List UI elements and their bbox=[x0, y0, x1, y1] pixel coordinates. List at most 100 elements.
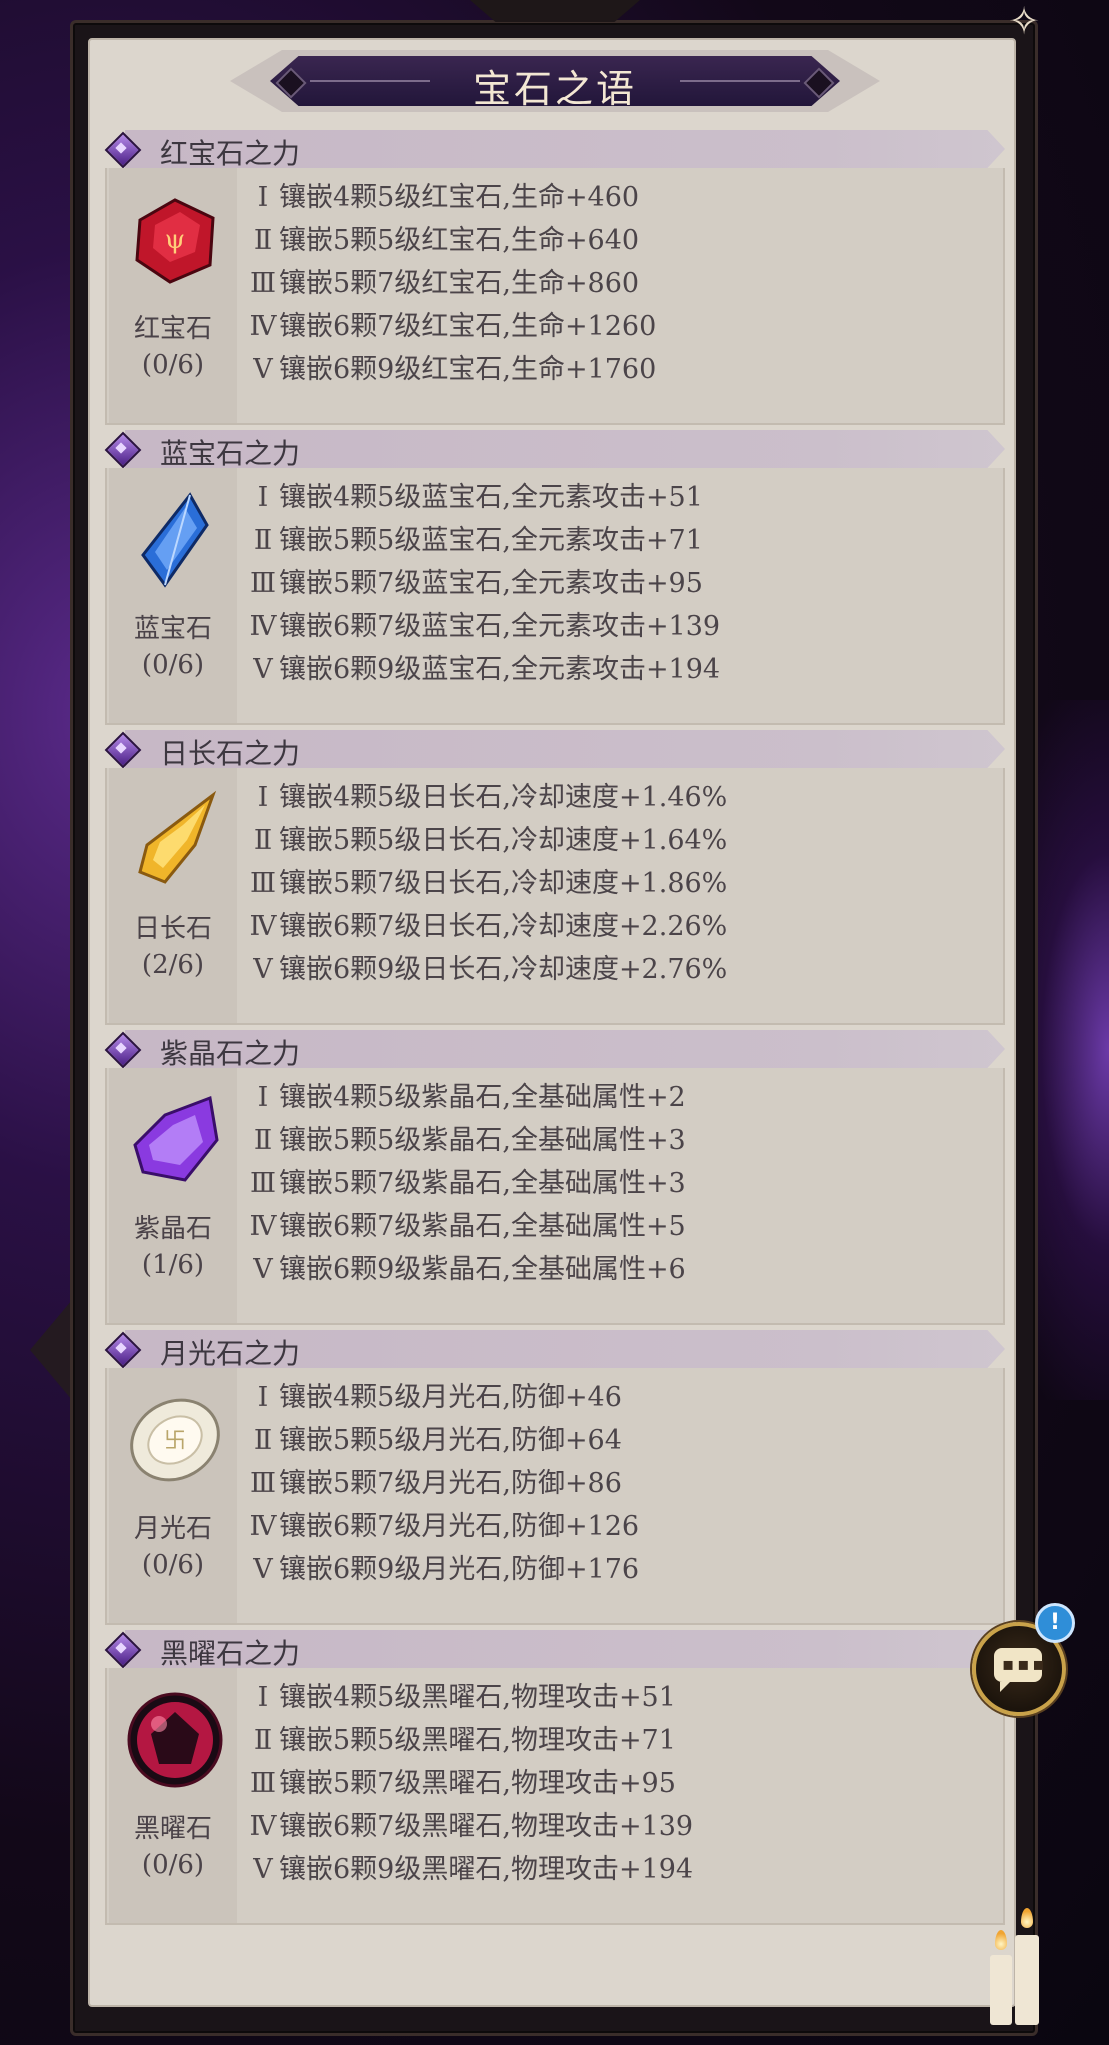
tier-numeral: Ⅲ bbox=[249, 568, 277, 599]
tier-numeral: Ⅲ bbox=[249, 268, 277, 299]
tier-numeral: Ⅴ bbox=[253, 1254, 273, 1285]
purple-diamond-icon bbox=[105, 1032, 139, 1066]
obsidian-icon bbox=[125, 1690, 225, 1790]
section-header: 日长石之力 bbox=[105, 730, 1005, 770]
frame-ornament-left bbox=[30, 1300, 72, 1400]
tier-numeral: Ⅴ bbox=[253, 1554, 273, 1585]
gem-set-section: 紫晶石之力 紫晶石 (1/6) Ⅰ 镶嵌4颗5级紫晶石,全基础属性+2 Ⅱ 镶嵌5颗5级紫晶… bbox=[105, 1030, 1005, 1325]
tier-row: Ⅴ 镶嵌6颗9级月光石,防御+176 bbox=[247, 1548, 639, 1591]
tier-text: 镶嵌6颗9级蓝宝石,全元素攻击+194 bbox=[279, 654, 721, 685]
tier-row: Ⅰ 镶嵌4颗5级蓝宝石,全元素攻击+51 bbox=[247, 476, 720, 519]
tier-row: Ⅲ 镶嵌5颗7级蓝宝石,全元素攻击+95 bbox=[247, 562, 720, 605]
tier-row: Ⅳ镶嵌6颗7级月光石,防御+126 bbox=[247, 1505, 640, 1548]
gem-slot[interactable]: 日长石 (2/6) bbox=[109, 768, 237, 1023]
tier-text: 镶嵌6颗9级月光石,防御+176 bbox=[279, 1554, 640, 1585]
section-header: 红宝石之力 bbox=[105, 130, 1005, 170]
gem-slot[interactable]: 卐月光石 (0/6) bbox=[109, 1368, 237, 1623]
tier-row: Ⅳ镶嵌6颗7级日长石,冷却速度+2.26% bbox=[247, 905, 728, 948]
tier-row: Ⅱ 镶嵌5颗5级日长石,冷却速度+1.64% bbox=[247, 819, 728, 862]
tier-text: 镶嵌5颗7级日长石,冷却速度+1.86% bbox=[279, 868, 728, 899]
gem-set-section: 红宝石之力 ψ 红宝石 (0/6) Ⅰ 镶嵌4颗5级红宝石,生命+460 Ⅱ 镶嵌5颗5级红宝… bbox=[105, 130, 1005, 425]
tier-row: Ⅱ 镶嵌5颗5级紫晶石,全基础属性+3 bbox=[247, 1119, 686, 1162]
tier-numeral: Ⅱ bbox=[253, 1725, 273, 1756]
section-title: 紫晶石之力 bbox=[160, 1037, 301, 1070]
gem-slot[interactable]: 蓝宝石 (0/6) bbox=[109, 468, 237, 723]
tier-row: Ⅲ 镶嵌5颗7级日长石,冷却速度+1.86% bbox=[247, 862, 727, 905]
tier-numeral: Ⅳ bbox=[249, 311, 277, 342]
tier-text: 镶嵌6颗7级紫晶石,全基础属性+5 bbox=[279, 1211, 686, 1242]
section-header: 黑曜石之力 bbox=[105, 1630, 1005, 1670]
tier-list: Ⅰ 镶嵌4颗5级蓝宝石,全元素攻击+51 Ⅱ 镶嵌5颗5级蓝宝石,全元素攻击+71 Ⅲ 镶… bbox=[247, 476, 721, 691]
section-header: 紫晶石之力 bbox=[105, 1030, 1005, 1070]
tier-text: 镶嵌5颗5级紫晶石,全基础属性+3 bbox=[279, 1125, 686, 1156]
tier-text: 镶嵌4颗5级红宝石,生命+460 bbox=[279, 182, 640, 213]
gem-slot[interactable]: 黑曜石 (0/6) bbox=[109, 1668, 237, 1923]
purple-diamond-icon bbox=[105, 732, 139, 766]
chat-notification-badge: ! bbox=[1035, 1603, 1075, 1643]
tier-text: 镶嵌6颗9级红宝石,生命+1760 bbox=[279, 354, 657, 385]
gem-name: 红宝石 bbox=[133, 314, 212, 344]
tier-text: 镶嵌5颗5级月光石,防御+64 bbox=[279, 1425, 622, 1456]
tier-numeral: Ⅰ bbox=[257, 182, 269, 213]
tier-row: Ⅴ 镶嵌6颗9级黑曜石,物理攻击+194 bbox=[247, 1848, 693, 1891]
tier-numeral: Ⅳ bbox=[249, 911, 277, 942]
gem-count: (0/6) bbox=[141, 650, 205, 680]
tier-list: Ⅰ 镶嵌4颗5级月光石,防御+46 Ⅱ 镶嵌5颗5级月光石,防御+64 Ⅲ 镶嵌5颗7级月… bbox=[247, 1376, 640, 1591]
section-body: 黑曜石 (0/6) Ⅰ 镶嵌4颗5级黑曜石,物理攻击+51 Ⅱ 镶嵌5颗5级黑曜石,物理攻… bbox=[105, 1668, 1005, 1925]
gem-count: (2/6) bbox=[141, 950, 205, 980]
sunstone-icon bbox=[125, 790, 225, 890]
tier-list: Ⅰ 镶嵌4颗5级红宝石,生命+460 Ⅱ 镶嵌5颗5级红宝石,生命+640 Ⅲ 镶嵌5颗7… bbox=[247, 176, 657, 391]
tier-numeral: Ⅱ bbox=[253, 225, 273, 256]
tier-numeral: Ⅳ bbox=[249, 1811, 277, 1842]
moonstone-icon: 卐 bbox=[125, 1390, 225, 1490]
tier-row: Ⅰ 镶嵌4颗5级月光石,防御+46 bbox=[247, 1376, 639, 1419]
section-title: 日长石之力 bbox=[160, 737, 301, 770]
tier-text: 镶嵌6颗7级红宝石,生命+1260 bbox=[279, 311, 657, 342]
tier-row: Ⅳ镶嵌6颗7级黑曜石,物理攻击+139 bbox=[247, 1805, 694, 1848]
tier-numeral: Ⅱ bbox=[253, 1425, 273, 1456]
tier-numeral: Ⅰ bbox=[257, 1382, 269, 1413]
tier-text: 镶嵌4颗5级蓝宝石,全元素攻击+51 bbox=[279, 482, 703, 513]
tier-text: 镶嵌6颗7级日长石,冷却速度+2.26% bbox=[279, 911, 728, 942]
tier-text: 镶嵌5颗5级蓝宝石,全元素攻击+71 bbox=[279, 525, 703, 556]
gem-set-section: 蓝宝石之力 蓝宝石 (0/6) Ⅰ 镶嵌4颗5级蓝宝石,全元素攻击+51 Ⅱ 镶嵌5颗5级蓝… bbox=[105, 430, 1005, 725]
tier-numeral: Ⅴ bbox=[253, 954, 273, 985]
svg-text:卐: 卐 bbox=[164, 1429, 186, 1454]
tier-list: Ⅰ 镶嵌4颗5级黑曜石,物理攻击+51 Ⅱ 镶嵌5颗5级黑曜石,物理攻击+71 Ⅲ 镶嵌5… bbox=[247, 1676, 694, 1891]
section-body: 蓝宝石 (0/6) Ⅰ 镶嵌4颗5级蓝宝石,全元素攻击+51 Ⅱ 镶嵌5颗5级蓝宝石,全元… bbox=[105, 468, 1005, 725]
section-body: 日长石 (2/6) Ⅰ 镶嵌4颗5级日长石,冷却速度+1.46% Ⅱ 镶嵌5颗5级日长石,… bbox=[105, 768, 1005, 1025]
tier-numeral: Ⅰ bbox=[257, 1682, 269, 1713]
tier-row: Ⅴ 镶嵌6颗9级蓝宝石,全元素攻击+194 bbox=[247, 648, 720, 691]
svg-text:ψ: ψ bbox=[165, 225, 185, 255]
tier-text: 镶嵌5颗7级蓝宝石,全元素攻击+95 bbox=[279, 568, 703, 599]
tier-text: 镶嵌6颗9级黑曜石,物理攻击+194 bbox=[279, 1854, 694, 1885]
purple-diamond-icon bbox=[105, 432, 139, 466]
tier-numeral: Ⅴ bbox=[253, 1854, 273, 1885]
tier-text: 镶嵌6颗9级紫晶石,全基础属性+6 bbox=[279, 1254, 686, 1285]
gem-name: 月光石 bbox=[133, 1514, 212, 1544]
tier-numeral: Ⅳ bbox=[249, 611, 277, 642]
page-title: 宝石之语 bbox=[472, 67, 637, 111]
purple-diamond-icon bbox=[105, 132, 139, 166]
gem-slot[interactable]: 紫晶石 (1/6) bbox=[109, 1068, 237, 1323]
gem-set-section: 日长石之力 日长石 (2/6) Ⅰ 镶嵌4颗5级日长石,冷却速度+1.46% Ⅱ 镶嵌5颗5… bbox=[105, 730, 1005, 1025]
tier-row: Ⅴ 镶嵌6颗9级日长石,冷却速度+2.76% bbox=[247, 948, 727, 991]
gem-name: 黑曜石 bbox=[133, 1814, 212, 1844]
tier-list: Ⅰ 镶嵌4颗5级紫晶石,全基础属性+2 Ⅱ 镶嵌5颗5级紫晶石,全基础属性+3 Ⅲ 镶嵌5… bbox=[247, 1076, 686, 1291]
gem-set-section: 黑曜石之力 黑曜石 (0/6) Ⅰ 镶嵌4颗5级黑曜石,物理攻击+51 Ⅱ 镶嵌5颗5级黑曜… bbox=[105, 1630, 1005, 1925]
frame-ornament-top bbox=[470, 0, 640, 22]
tier-numeral: Ⅴ bbox=[253, 354, 273, 385]
tier-row: Ⅳ镶嵌6颗7级紫晶石,全基础属性+5 bbox=[247, 1205, 686, 1248]
tier-text: 镶嵌6颗7级月光石,防御+126 bbox=[279, 1511, 640, 1542]
tier-text: 镶嵌5颗7级红宝石,生命+860 bbox=[279, 268, 640, 299]
section-body: 卐月光石 (0/6) Ⅰ 镶嵌4颗5级月光石,防御+46 Ⅱ 镶嵌5颗5级月光石,防御+6… bbox=[105, 1368, 1005, 1625]
gem-slot[interactable]: ψ 红宝石 (0/6) bbox=[109, 168, 237, 423]
section-title: 红宝石之力 bbox=[160, 137, 301, 170]
gem-name: 紫晶石 bbox=[133, 1214, 212, 1244]
tier-text: 镶嵌6颗7级黑曜石,物理攻击+139 bbox=[279, 1811, 694, 1842]
tier-numeral: Ⅰ bbox=[257, 1082, 269, 1113]
section-body: 紫晶石 (1/6) Ⅰ 镶嵌4颗5级紫晶石,全基础属性+2 Ⅱ 镶嵌5颗5级紫晶石,全基础… bbox=[105, 1068, 1005, 1325]
section-body: ψ 红宝石 (0/6) Ⅰ 镶嵌4颗5级红宝石,生命+460 Ⅱ 镶嵌5颗5级红宝石,生命+… bbox=[105, 168, 1005, 425]
tier-row: Ⅲ 镶嵌5颗7级黑曜石,物理攻击+95 bbox=[247, 1762, 693, 1805]
tier-row: Ⅰ 镶嵌4颗5级日长石,冷却速度+1.46% bbox=[247, 776, 728, 819]
